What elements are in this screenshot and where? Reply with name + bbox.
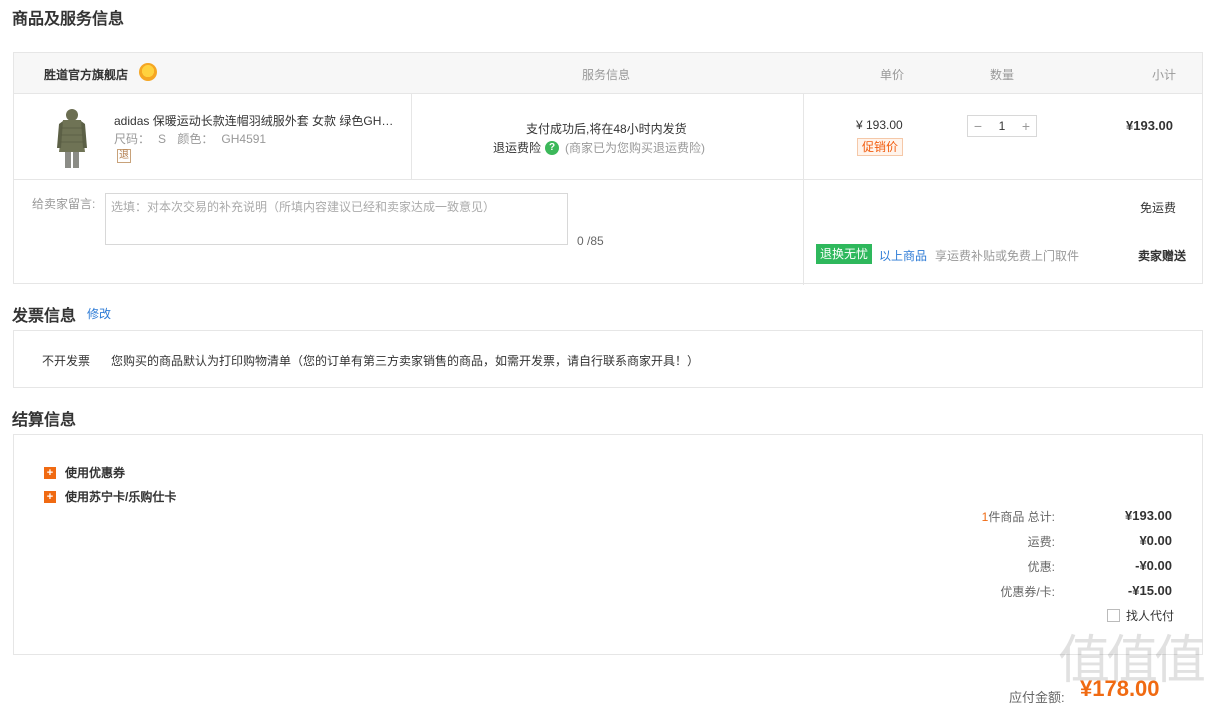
free-shipping-text: 免运费 bbox=[1140, 201, 1177, 215]
return-tag: 退 bbox=[117, 149, 131, 163]
option-label: 使用苏宁卡/乐购仕卡 bbox=[65, 490, 177, 504]
payable-amount: ¥178.00 bbox=[1080, 676, 1160, 701]
shipping-subsidy-note: 享运费补贴或免费上门取件 bbox=[935, 249, 1080, 263]
discount-value: -¥0.00 bbox=[1135, 558, 1172, 573]
total-value: ¥193.00 bbox=[1125, 508, 1172, 523]
worry-free-return-tag: 退换无忧 bbox=[816, 244, 873, 264]
shop-badge-icon bbox=[139, 63, 157, 81]
shop-name[interactable]: 胜道官方旗舰店 bbox=[44, 66, 128, 83]
item-count-suffix: 件商品 总计: bbox=[988, 510, 1055, 524]
product-image[interactable] bbox=[54, 108, 90, 170]
option-label: 使用优惠券 bbox=[65, 466, 126, 480]
goods-section-title: 商品及服务信息 bbox=[12, 11, 125, 28]
product-row: adidas 保暖运动长款连帽羽绒服外套 女款 绿色GH4591 尺码： S 颜色… bbox=[14, 94, 1202, 180]
return-insurance: 退运费险 ? (商家已为您购买退运费险) bbox=[493, 139, 705, 156]
size-value: S bbox=[158, 132, 167, 146]
invoice-description: 您购买的商品默认为打印购物清单（您的订单有第三方卖家销售的商品，如需开发票，请自… bbox=[111, 354, 700, 368]
seller-message-input[interactable]: 选填：对本次交易的补充说明（所填内容建议已经和卖家达成一致意见） bbox=[105, 193, 568, 245]
insurance-label: 退运费险 bbox=[493, 141, 542, 155]
coupon-value: -¥15.00 bbox=[1127, 583, 1172, 598]
settlement-section-title: 结算信息 bbox=[12, 412, 77, 429]
total-label: 1件商品 总计: bbox=[982, 508, 1055, 525]
product-title[interactable]: adidas 保暖运动长款连帽羽绒服外套 女款 绿色GH4591 bbox=[114, 112, 399, 129]
header-service: 服务信息 bbox=[582, 68, 631, 82]
insurance-note: (商家已为您购买退运费险) bbox=[565, 141, 706, 155]
header-subtotal: 小计 bbox=[1152, 68, 1177, 82]
above-goods-link[interactable]: 以上商品 bbox=[879, 247, 927, 264]
qty-minus-button[interactable]: − bbox=[968, 116, 988, 136]
divider bbox=[411, 94, 412, 180]
invoice-edit-link[interactable]: 修改 bbox=[87, 305, 111, 322]
size-label: 尺码： bbox=[114, 132, 151, 146]
invoice-type: 不开发票 bbox=[42, 354, 91, 368]
coupon-label: 优惠券/卡: bbox=[1000, 585, 1055, 599]
invoice-box: 不开发票 您购买的商品默认为打印购物清单（您的订单有第三方卖家销售的商品，如需开… bbox=[13, 330, 1203, 388]
discount-label: 优惠: bbox=[1027, 560, 1055, 574]
unit-price: ¥ 193.00 bbox=[856, 118, 903, 132]
goods-header: 胜道官方旗舰店 服务信息 单价 数量 小计 bbox=[14, 53, 1202, 94]
seller-message-label: 给卖家留言: bbox=[32, 197, 96, 211]
seller-gift-text: 卖家赠送 bbox=[1138, 249, 1187, 263]
use-coupon-option[interactable]: + 使用优惠券 bbox=[44, 464, 125, 481]
shipping-value: ¥0.00 bbox=[1139, 533, 1172, 548]
settlement-box: + 使用优惠券 + 使用苏宁卡/乐购仕卡 1件商品 总计: ¥193.00 运费… bbox=[13, 434, 1203, 655]
header-price: 单价 bbox=[880, 68, 905, 82]
message-char-count: 0 /85 bbox=[577, 234, 604, 248]
product-attributes: 尺码： S 颜色： GH4591 bbox=[114, 130, 274, 147]
color-label: 颜色： bbox=[177, 132, 214, 146]
qty-input[interactable]: 1 bbox=[988, 116, 1016, 136]
delivery-promise: 支付成功后,将在48小时内发货 bbox=[526, 122, 687, 136]
color-value: GH4591 bbox=[221, 132, 267, 146]
payable-label: 应付金额: bbox=[1009, 690, 1065, 705]
invoice-section-title: 发票信息 bbox=[12, 308, 77, 325]
goods-box: 胜道官方旗舰店 服务信息 单价 数量 小计 adidas 保暖运动长款连帽羽绒服… bbox=[13, 52, 1203, 285]
shipping-label: 运费: bbox=[1027, 535, 1055, 549]
promo-price-tag: 促销价 bbox=[857, 138, 904, 156]
quantity-stepper: − 1 + bbox=[967, 115, 1037, 137]
header-qty: 数量 bbox=[990, 68, 1015, 82]
qty-plus-button[interactable]: + bbox=[1016, 116, 1036, 136]
line-subtotal: ¥193.00 bbox=[1126, 118, 1173, 133]
expand-plus-icon: + bbox=[44, 490, 56, 503]
expand-plus-icon: + bbox=[44, 466, 56, 479]
help-icon[interactable]: ? bbox=[545, 140, 560, 155]
divider bbox=[803, 94, 804, 285]
use-card-option[interactable]: + 使用苏宁卡/乐购仕卡 bbox=[44, 488, 176, 505]
